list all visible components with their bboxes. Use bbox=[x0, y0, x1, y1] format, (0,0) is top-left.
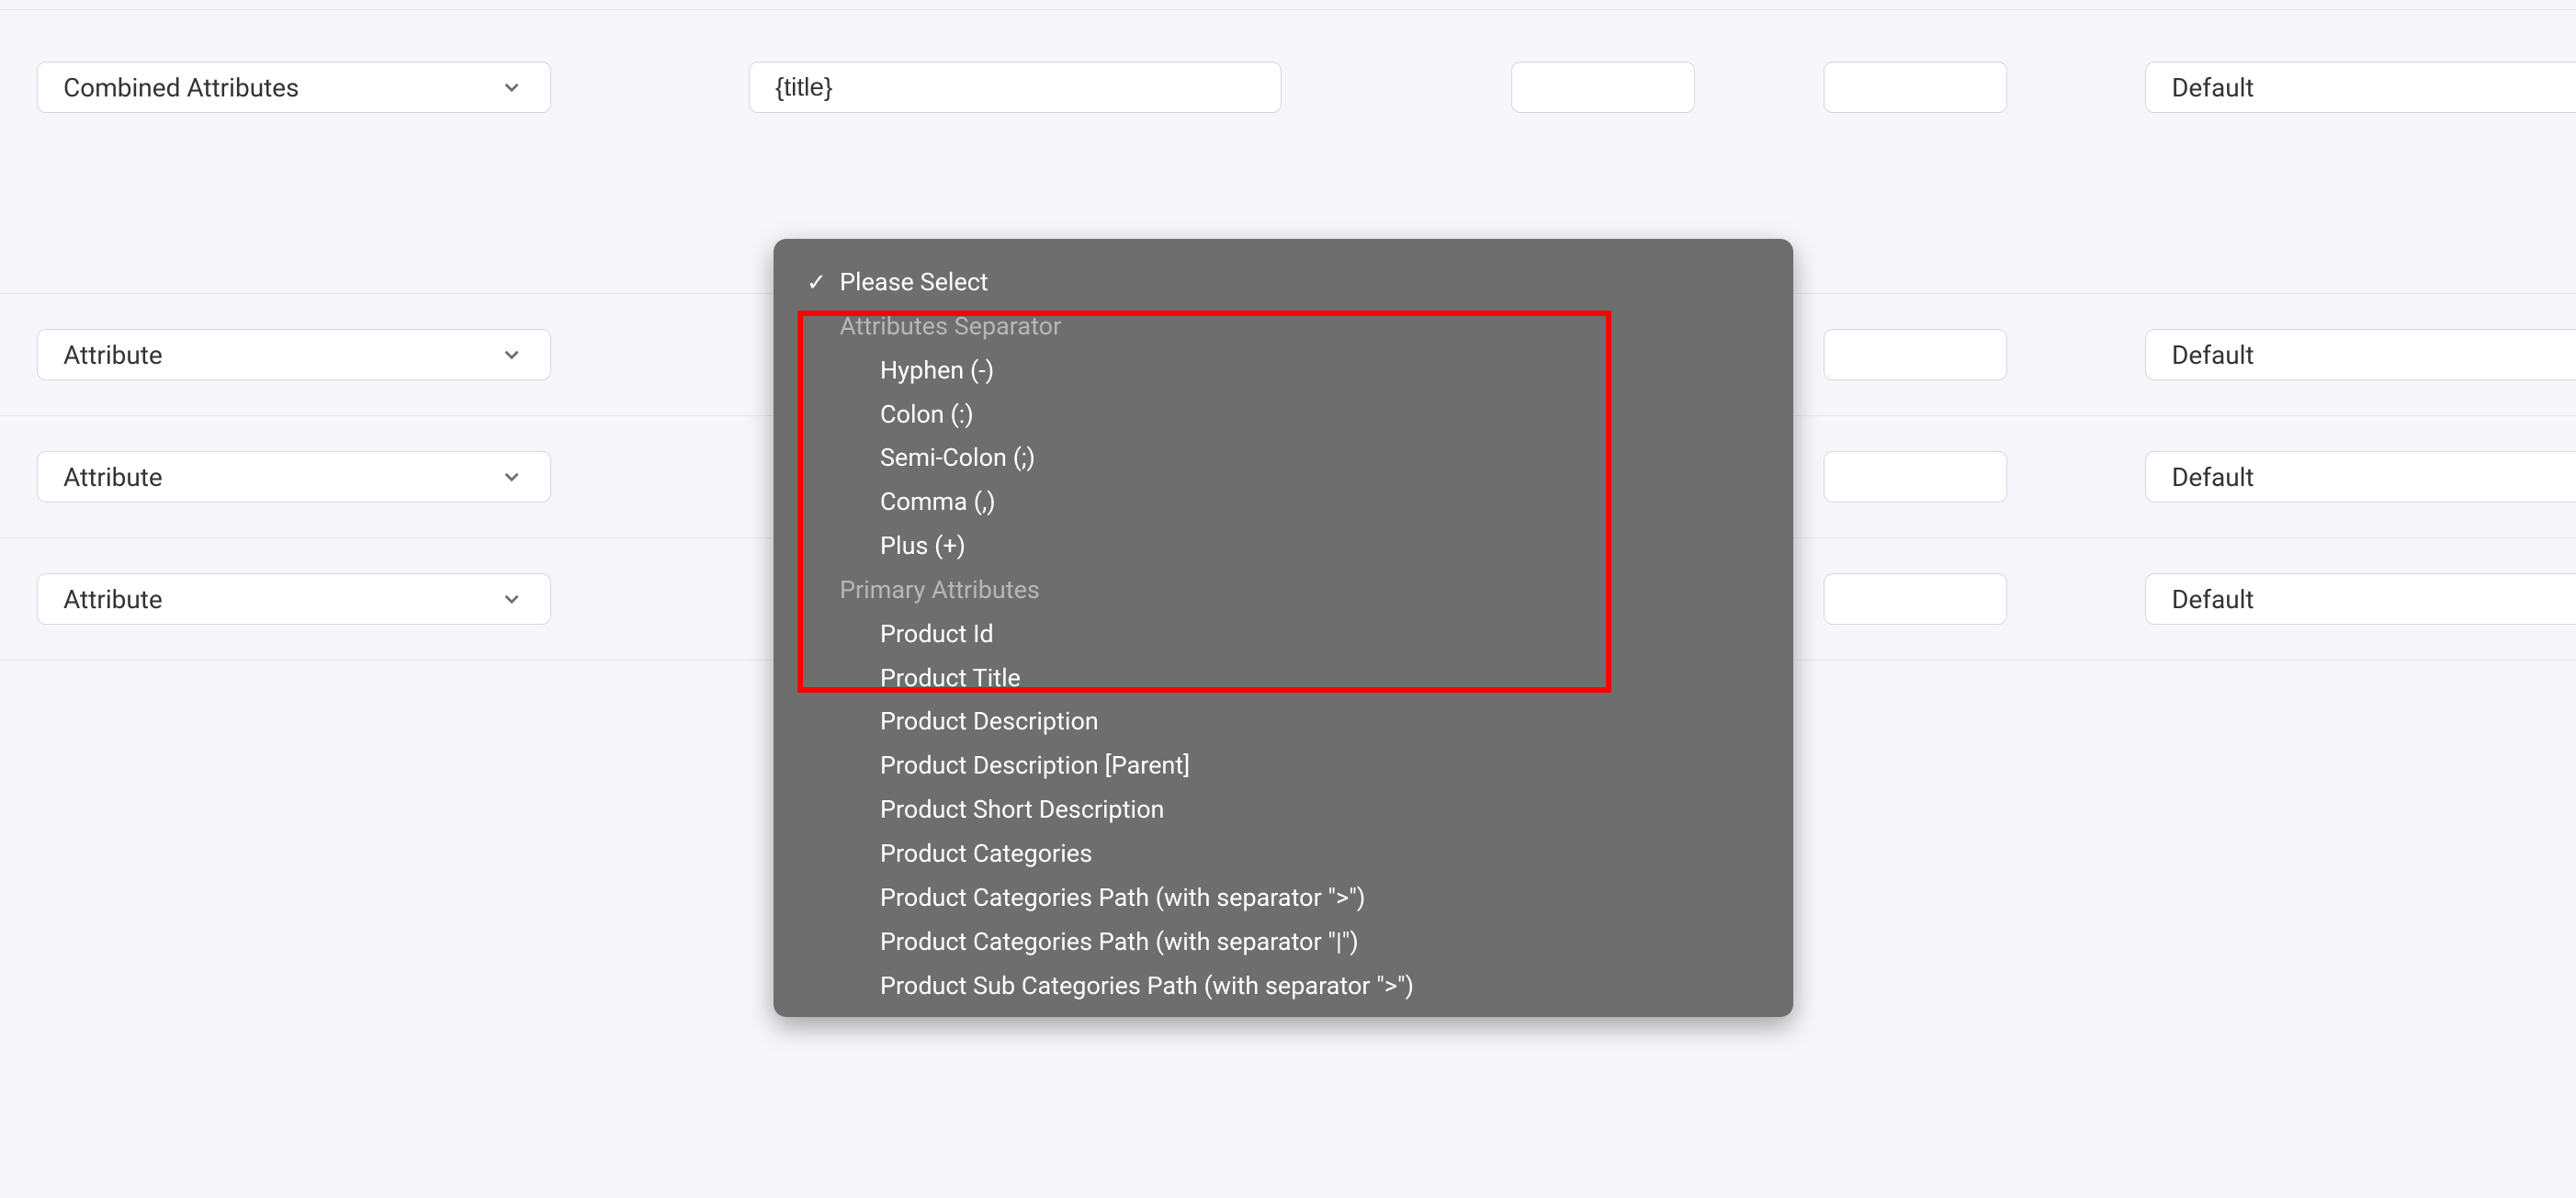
dropdown-option[interactable]: Product Sub Categories Path (with separa… bbox=[774, 965, 1793, 1009]
dropdown-option[interactable]: Product Description bbox=[774, 700, 1793, 744]
default-select[interactable]: Default bbox=[2145, 329, 2576, 380]
default-select-label: Default bbox=[2172, 584, 2254, 615]
chevron-down-icon bbox=[499, 586, 525, 612]
attribute-type-label: Combined Attributes bbox=[63, 73, 299, 103]
default-select-label: Default bbox=[2172, 73, 2254, 103]
attribute-type-select[interactable]: Attribute bbox=[37, 573, 551, 625]
default-select[interactable]: Default bbox=[2145, 573, 2576, 625]
attribute-type-select[interactable]: Attribute bbox=[37, 329, 551, 380]
dropdown-option[interactable]: Comma (,) bbox=[774, 480, 1793, 525]
dropdown-option[interactable]: Product Categories Path (with separator … bbox=[774, 876, 1793, 921]
dropdown-option-selected[interactable]: Please Select bbox=[774, 261, 1793, 305]
col-type: Combined Attributes bbox=[37, 62, 537, 113]
dropdown-option[interactable]: Product Id bbox=[774, 613, 1793, 657]
col-default: Default bbox=[2145, 62, 2576, 113]
dropdown-option[interactable]: Product Description [Parent] bbox=[774, 744, 1793, 788]
check-icon bbox=[807, 264, 840, 302]
dropdown-option[interactable]: Product Categories Path (with separator … bbox=[774, 921, 1793, 965]
attribute-type-label: Attribute bbox=[63, 462, 163, 492]
default-select-label: Default bbox=[2172, 340, 2254, 370]
dropdown-option[interactable]: Semi-Colon (;) bbox=[774, 436, 1793, 480]
default-select-label: Default bbox=[2172, 462, 2254, 492]
attribute-type-label: Attribute bbox=[63, 584, 163, 615]
attribute-type-select[interactable]: Attribute bbox=[37, 451, 551, 503]
attribute-type-label: Attribute bbox=[63, 340, 163, 370]
attribute-type-select[interactable]: Combined Attributes bbox=[37, 62, 551, 113]
dropdown-option[interactable]: Product Title bbox=[774, 657, 1793, 701]
default-select[interactable]: Default bbox=[2145, 451, 2576, 503]
col-extra2 bbox=[1824, 62, 2017, 113]
dropdown-option[interactable]: Hyphen (-) bbox=[774, 349, 1793, 393]
chevron-down-icon bbox=[499, 342, 525, 367]
dropdown-option[interactable]: Plus (+) bbox=[774, 525, 1793, 569]
col-extra1 bbox=[1511, 62, 1695, 113]
dropdown-option[interactable]: Product Categories bbox=[774, 832, 1793, 876]
extra-input-2[interactable] bbox=[1824, 573, 2007, 625]
dropdown-group-label: Attributes Separator bbox=[774, 305, 1793, 349]
dropdown-group-label: Primary Attributes bbox=[774, 569, 1793, 613]
col-value bbox=[749, 62, 1282, 113]
attribute-dropdown[interactable]: Please SelectAttributes SeparatorHyphen … bbox=[774, 239, 1793, 1017]
dropdown-option-label: Please Select bbox=[840, 264, 1760, 302]
dropdown-option[interactable]: Colon (:) bbox=[774, 393, 1793, 437]
extra-input-2[interactable] bbox=[1824, 329, 2007, 380]
dropdown-option[interactable]: Product Short Description bbox=[774, 788, 1793, 832]
extra-input-2[interactable] bbox=[1824, 451, 2007, 503]
col-extra2 bbox=[1824, 329, 2017, 380]
chevron-down-icon bbox=[499, 74, 525, 100]
col-extra2 bbox=[1824, 451, 2017, 503]
default-select[interactable]: Default bbox=[2145, 62, 2576, 113]
extra-input-1[interactable] bbox=[1511, 62, 1695, 113]
attribute-value-input[interactable] bbox=[749, 62, 1282, 113]
col-extra2 bbox=[1824, 573, 2017, 625]
extra-input-2[interactable] bbox=[1824, 62, 2007, 113]
chevron-down-icon bbox=[499, 464, 525, 490]
